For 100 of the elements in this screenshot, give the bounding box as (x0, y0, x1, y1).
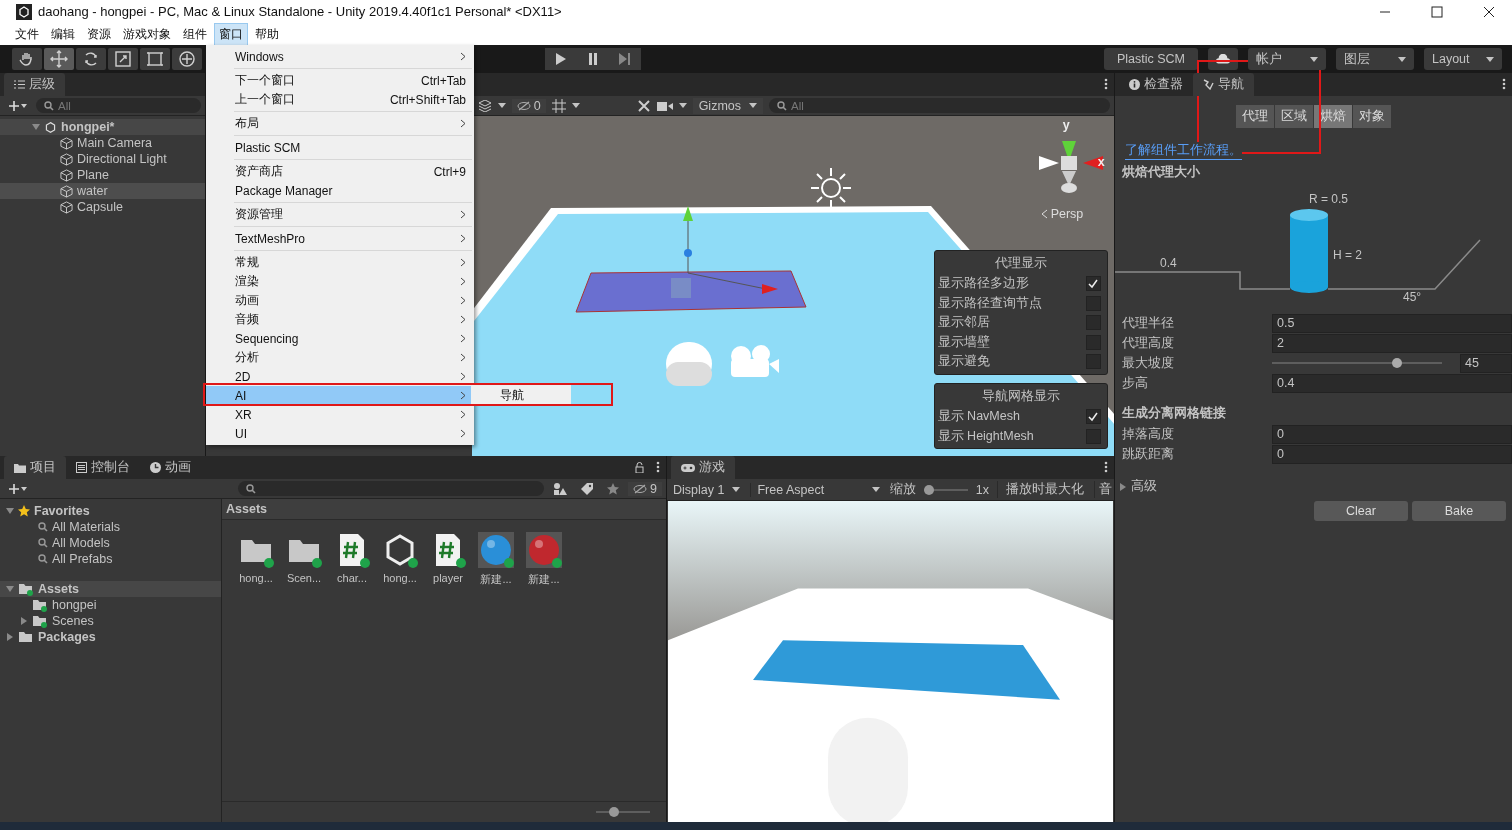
game-tab[interactable]: 游戏 (671, 456, 735, 479)
menu-entry[interactable]: Package Manager (206, 181, 474, 200)
hierarchy-item[interactable]: Plane (0, 167, 205, 183)
hierarchy-tab[interactable]: 层级 (4, 73, 65, 96)
projection-toggle[interactable]: Persp (1040, 207, 1084, 221)
tools-icon[interactable] (636, 98, 651, 113)
aspect-dropdown[interactable]: Free Aspect (750, 482, 882, 497)
add-icon[interactable] (8, 482, 28, 495)
checkbox[interactable] (1085, 409, 1101, 425)
asset-item[interactable]: Scen... (286, 532, 322, 587)
asset-item[interactable]: 新建... (526, 532, 562, 587)
close-icon[interactable] (1483, 5, 1495, 18)
tag-icon[interactable] (581, 482, 594, 495)
layers-icon[interactable] (477, 99, 492, 112)
number-field[interactable]: 0.4 (1272, 373, 1512, 393)
layers-dropdown[interactable]: 图层 (1336, 48, 1414, 70)
slider-thumb[interactable] (609, 807, 620, 817)
hidden-packages-toggle[interactable]: 9 (628, 481, 662, 496)
account-dropdown[interactable]: 帐户 (1248, 48, 1326, 70)
menu-item[interactable]: 帮助 (250, 22, 284, 46)
cloud-button[interactable] (1208, 48, 1238, 70)
hidden-objects-toggle[interactable]: 0 (511, 98, 546, 113)
menu-item[interactable]: 编辑 (46, 22, 80, 46)
menu-entry[interactable]: 常规 (206, 253, 474, 272)
maximize-on-play-toggle[interactable]: 播放时最大化 (997, 481, 1086, 498)
hierarchy-item[interactable]: Capsule (0, 199, 205, 215)
asset-item[interactable]: player (430, 532, 466, 587)
asset-item[interactable]: hong... (238, 532, 274, 587)
menu-entry[interactable]: XR (206, 405, 474, 424)
expanded-arrow-icon[interactable] (32, 123, 40, 131)
menu-item[interactable]: 组件 (178, 22, 212, 46)
number-field[interactable]: 0 (1272, 444, 1512, 464)
hierarchy-item[interactable]: water (0, 183, 205, 199)
filter-by-type-icon[interactable] (553, 482, 568, 495)
menu-item[interactable]: 资源 (82, 22, 116, 46)
collapsed-arrow-icon[interactable] (6, 633, 14, 641)
menu-entry[interactable]: 资产商店 Ctrl+9 (206, 162, 474, 181)
favorites-label[interactable]: Favorites (34, 504, 90, 518)
breadcrumb[interactable]: Assets (222, 499, 666, 520)
project-tree-item[interactable]: Assets (0, 581, 221, 597)
menu-entry[interactable]: Plastic SCM (206, 138, 474, 157)
menu-entry[interactable]: TextMeshPro (206, 229, 474, 248)
gizmos-dropdown[interactable]: Gizmos (692, 97, 763, 114)
tool-button[interactable] (108, 48, 138, 70)
maximize-icon[interactable] (1431, 5, 1443, 18)
menu-entry[interactable]: 分析 (206, 348, 474, 367)
project-tree-item[interactable]: hongpei (0, 597, 221, 613)
number-field[interactable]: 0.5 (1272, 313, 1512, 333)
camera-icon[interactable] (656, 99, 673, 112)
asset-item[interactable]: hong... (382, 532, 418, 587)
project-tree-item[interactable]: Packages (0, 629, 221, 645)
tool-button[interactable] (172, 48, 202, 70)
number-field[interactable]: 0 (1272, 424, 1512, 444)
project-search-field[interactable] (238, 481, 545, 496)
checkbox[interactable] (1085, 276, 1101, 292)
favorite-item[interactable]: All Models (0, 535, 221, 551)
tool-button[interactable] (44, 48, 74, 70)
plastic-scm-button[interactable]: Plastic SCM (1104, 48, 1198, 70)
slider-thumb[interactable] (923, 484, 934, 495)
more-menu-icon[interactable] (656, 461, 660, 473)
favorite-item[interactable]: All Prefabs (0, 551, 221, 567)
menu-entry[interactable]: 动画 (206, 291, 474, 310)
hierarchy-item[interactable]: Main Camera (0, 135, 205, 151)
menu-entry[interactable]: UI (206, 424, 474, 443)
bake-action-button[interactable]: Bake (1412, 501, 1506, 521)
menu-entry[interactable]: Windows (206, 47, 474, 66)
menu-entry[interactable]: Sequencing (206, 329, 474, 348)
collapsed-arrow-icon[interactable] (1119, 482, 1127, 491)
lock-icon[interactable] (635, 462, 644, 473)
number-field[interactable]: 2 (1272, 333, 1512, 353)
tool-button[interactable] (140, 48, 170, 70)
menu-entry[interactable]: 渲染 (206, 272, 474, 291)
favorite-item[interactable]: All Materials (0, 519, 221, 535)
add-icon[interactable] (8, 99, 28, 112)
grid-icon[interactable] (551, 98, 566, 113)
step-button[interactable] (609, 48, 641, 70)
asset-item[interactable]: 新建... (478, 532, 514, 587)
menu-entry[interactable]: 布局 (206, 114, 474, 133)
navigation-mode-tab[interactable]: 代理 (1236, 105, 1274, 128)
project-tree-item[interactable]: Scenes (0, 613, 221, 629)
layout-dropdown[interactable]: Layout (1424, 48, 1502, 70)
hierarchy-item[interactable]: Directional Light (0, 151, 205, 167)
menu-entry[interactable]: 资源管理 (206, 205, 474, 224)
navigation-mode-tab[interactable]: 对象 (1353, 105, 1391, 128)
panel-tab[interactable]: 项目 (4, 456, 66, 479)
mute-audio-toggle[interactable]: 音 (1094, 481, 1114, 498)
more-menu-icon[interactable] (1104, 461, 1108, 473)
number-field[interactable]: 45 (1460, 353, 1512, 373)
play-button[interactable] (545, 48, 577, 70)
advanced-foldout[interactable]: 高级 (1115, 464, 1512, 501)
star-icon[interactable] (607, 482, 620, 495)
scene-row[interactable]: hongpei* (0, 119, 205, 135)
tool-button[interactable] (76, 48, 106, 70)
bake-action-button[interactable]: Clear (1314, 501, 1408, 521)
inspector-tab[interactable]: 导航 (1193, 73, 1254, 96)
asset-item[interactable]: char... (334, 532, 370, 587)
menu-item[interactable]: 文件 (10, 22, 44, 46)
more-menu-icon[interactable] (1502, 78, 1506, 90)
expanded-arrow-icon[interactable] (6, 507, 14, 515)
navigation-mode-tab[interactable]: 区域 (1275, 105, 1313, 128)
